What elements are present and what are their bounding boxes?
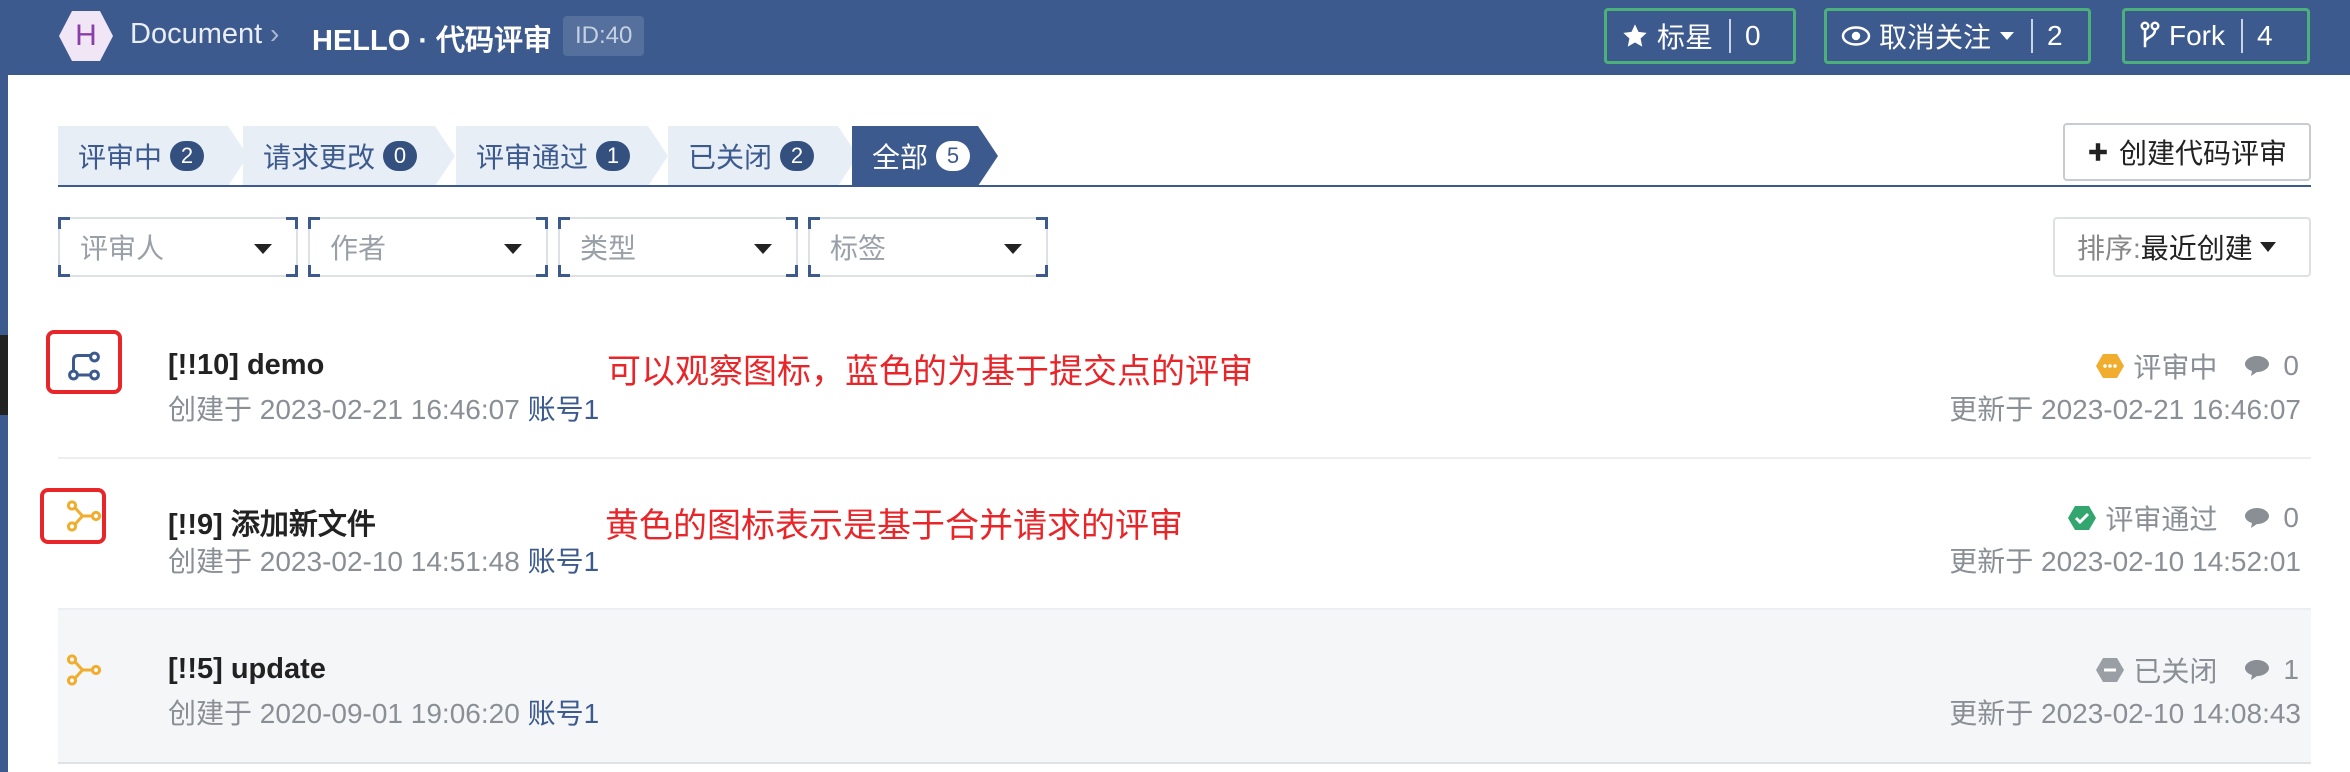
closed-status-icon (2096, 658, 2125, 682)
status-area: 已关闭 1 (2095, 650, 2299, 690)
review-title[interactable]: [!!9] 添加新文件 (168, 501, 376, 543)
create-review-button[interactable]: 创建代码评审 (2063, 123, 2311, 181)
star-label: 标星 (1657, 22, 1714, 53)
updated-time: 更新于 2023-02-21 16:46:07 (1949, 394, 2301, 425)
fork-button[interactable]: Fork 4 (2122, 8, 2310, 64)
created-time: 创建于 2023-02-21 16:46:07 (168, 394, 520, 425)
tag-filter[interactable]: 标签 (808, 217, 1048, 277)
review-meta: 创建于 2020-09-01 19:06:20 账号1 (168, 692, 599, 732)
review-item[interactable]: [!!5] update 创建于 2020-09-01 19:06:20 账号1… (58, 610, 2311, 762)
reviewing-status-icon (2096, 354, 2125, 378)
caret-down-icon (754, 244, 772, 254)
sort-value: 最近创建 (2140, 233, 2253, 264)
review-meta: 创建于 2023-02-10 14:51:48 账号1 (168, 540, 599, 580)
author-link[interactable]: 账号1 (528, 546, 600, 577)
status-badge: 已关闭 (2133, 656, 2218, 687)
caret-down-icon (504, 244, 522, 254)
sort-dropdown[interactable]: 排序: 最近创建 (2053, 217, 2311, 277)
tab-count-badge: 0 (383, 141, 418, 171)
watch-button[interactable]: 取消关注 2 (1824, 8, 2091, 64)
tab-count-badge: 5 (936, 141, 971, 171)
author-filter[interactable]: 作者 (308, 217, 548, 277)
annotation-blue-note: 可以观察图标，蓝色的为基于提交点的评审 (607, 353, 1253, 391)
reviewer-filter[interactable]: 评审人 (58, 217, 298, 277)
status-badge: 评审通过 (2105, 504, 2218, 535)
created-time: 创建于 2023-02-10 14:51:48 (168, 546, 520, 577)
caret-down-icon (1004, 244, 1022, 254)
watch-count: 2 (2031, 19, 2077, 53)
fork-count: 4 (2241, 19, 2287, 53)
reviewer-filter-placeholder: 评审人 (80, 233, 165, 264)
caret-down-icon (254, 244, 272, 254)
row-divider (58, 762, 2311, 764)
create-review-label: 创建代码评审 (2118, 138, 2287, 169)
review-item[interactable]: [!!9] 添加新文件 创建于 2023-02-10 14:51:48 账号1 … (58, 458, 2311, 608)
left-edge (0, 75, 8, 772)
plus-icon (2089, 143, 2107, 161)
status-badge: 评审中 (2133, 352, 2218, 383)
star-button[interactable]: 标星 0 (1604, 8, 1796, 64)
tab-approved[interactable]: 评审通过 1 (456, 126, 668, 186)
tab-label: 评审通过 (476, 142, 589, 173)
created-time: 创建于 2020-09-01 19:06:20 (168, 698, 520, 729)
tab-label: 评审中 (78, 142, 163, 173)
tab-closed[interactable]: 已关闭 2 (668, 126, 858, 186)
review-title[interactable]: [!!10] demo (168, 349, 324, 382)
eye-icon (1841, 26, 1871, 46)
author-link[interactable]: 账号1 (528, 394, 600, 425)
comment-count: 1 (2283, 654, 2299, 685)
watch-label: 取消关注 (1879, 22, 1992, 53)
comment-count: 0 (2283, 350, 2299, 381)
type-filter[interactable]: 类型 (558, 217, 798, 277)
fork-icon (2140, 21, 2160, 48)
merge-review-icon (66, 654, 102, 686)
breadcrumb-separator: › (270, 18, 280, 49)
tab-count-badge: 2 (170, 141, 205, 171)
comments-icon (2245, 660, 2270, 680)
annotation-yellow-note: 黄色的图标表示是基于合并请求的评审 (605, 507, 1183, 545)
status-area: 评审中 0 (2095, 346, 2299, 386)
annotation-box-yellow-icon (40, 488, 106, 544)
breadcrumb-document[interactable]: Document (130, 18, 262, 51)
approved-status-icon (2068, 506, 2097, 530)
annotation-box-blue-icon (46, 330, 122, 394)
tag-filter-placeholder: 标签 (830, 233, 887, 264)
logo-letter: H (75, 19, 97, 52)
author-link[interactable]: 账号1 (528, 698, 600, 729)
star-count: 0 (1729, 19, 1775, 53)
repo-logo[interactable]: H (58, 9, 114, 63)
comments-icon (2245, 508, 2270, 528)
review-title[interactable]: [!!5] update (168, 653, 326, 686)
tab-label: 已关闭 (688, 142, 773, 173)
sort-label: 排序: (2077, 233, 2141, 264)
type-filter-placeholder: 类型 (580, 233, 637, 264)
tabs-underline (58, 185, 2311, 187)
status-area: 评审通过 0 (2067, 498, 2299, 538)
comments-icon (2245, 356, 2270, 376)
left-edge-marker (0, 335, 8, 415)
chevron-down-icon (2000, 32, 2015, 40)
id-badge: ID:40 (563, 16, 645, 56)
top-bar: H Document › HELLO · 代码评审 ID:40 标星 0 取消关… (0, 0, 2350, 75)
tab-label: 请求更改 (263, 142, 376, 173)
updated-time: 更新于 2023-02-10 14:52:01 (1949, 546, 2301, 577)
tab-changes-requested[interactable]: 请求更改 0 (243, 126, 455, 186)
author-filter-placeholder: 作者 (330, 233, 387, 264)
caret-down-icon (2259, 242, 2276, 252)
star-icon (1623, 24, 1647, 47)
updated-time: 更新于 2023-02-10 14:08:43 (1949, 698, 2301, 729)
comment-count: 0 (2283, 502, 2299, 533)
review-meta: 创建于 2023-02-21 16:46:07 账号1 (168, 388, 599, 428)
fork-label: Fork (2169, 20, 2225, 51)
page-title[interactable]: HELLO · 代码评审 (312, 17, 552, 59)
tab-reviewing[interactable]: 评审中 2 (58, 126, 248, 186)
tab-all[interactable]: 全部 5 (852, 126, 998, 186)
tab-count-badge: 1 (596, 141, 631, 171)
tab-label: 全部 (872, 142, 929, 173)
tab-count-badge: 2 (780, 141, 815, 171)
